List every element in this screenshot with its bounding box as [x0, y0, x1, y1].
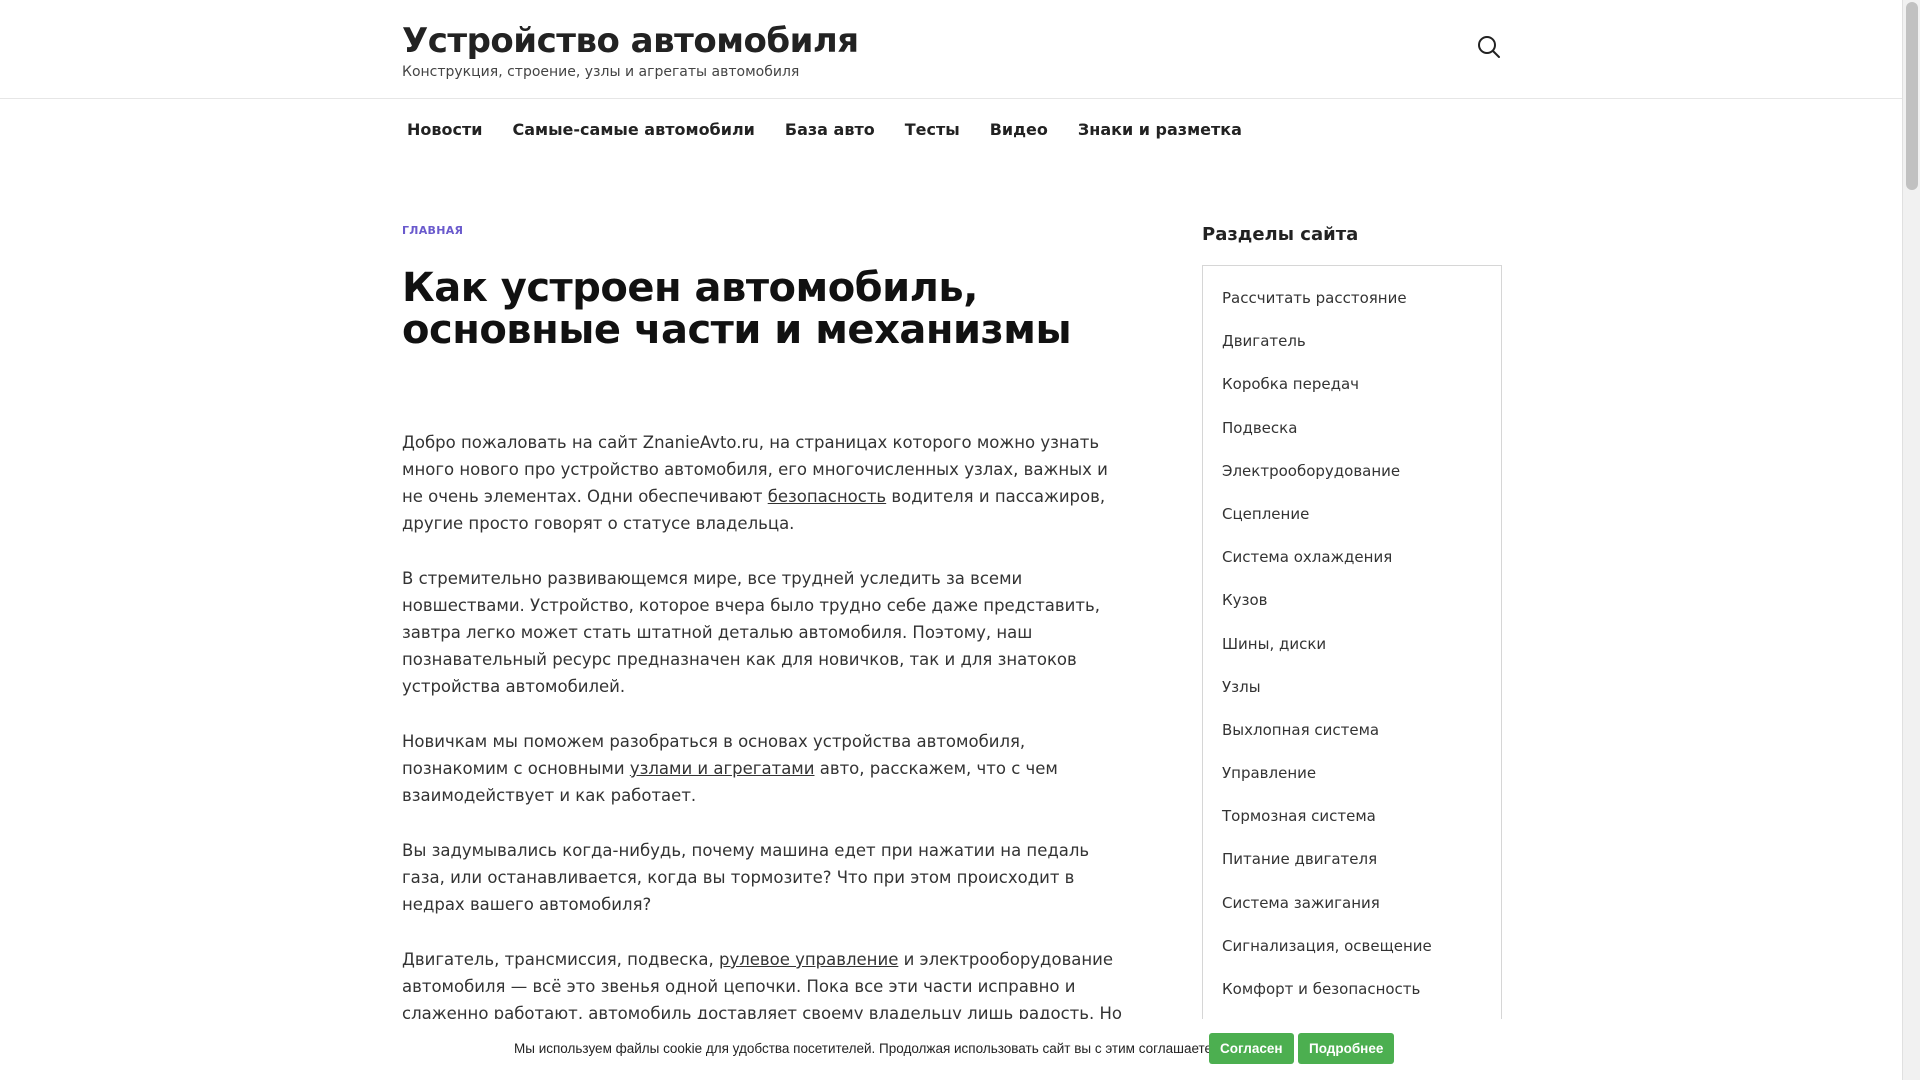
scrollbar[interactable]: [1902, 0, 1920, 1080]
safety-link[interactable]: безопасность: [768, 487, 886, 506]
sidebar-item-steering[interactable]: Управление: [1222, 757, 1482, 800]
site-title[interactable]: Устройство автомобиля: [402, 20, 859, 62]
nav-item-video[interactable]: Видео: [985, 110, 1063, 150]
cookie-more-button[interactable]: Подробнее: [1298, 1033, 1395, 1064]
cookie-bar: Мы используем файлы cookie для удобства …: [0, 1019, 1902, 1080]
sidebar-item-electrics[interactable]: Электрооборудование: [1222, 455, 1482, 498]
scrollbar-thumb[interactable]: [1906, 2, 1918, 190]
sidebar-item-exhaust[interactable]: Выхлопная система: [1222, 714, 1482, 757]
sidebar-item-suspension[interactable]: Подвеска: [1222, 412, 1482, 455]
sidebar-menu: Рассчитать расстояние Двигатель Коробка …: [1202, 265, 1502, 1065]
brand: Устройство автомобиля Конструкция, строе…: [402, 20, 859, 80]
article-paragraph: В стремительно развивающемся мире, все т…: [402, 569, 1100, 696]
sidebar-item-units[interactable]: Узлы: [1222, 671, 1482, 714]
sidebar-title: Разделы сайта: [1202, 224, 1359, 245]
page-title: Как устроен автомобиль, основные части и…: [402, 265, 1072, 353]
article-paragraph: Вы задумывались когда-нибудь, почему маш…: [402, 841, 1090, 914]
site-subtitle: Конструкция, строение, узлы и агрегаты а…: [402, 64, 800, 80]
main-nav: Новости Самые-самые автомобили База авто…: [402, 110, 1267, 150]
units-link[interactable]: узлами и агрегатами: [630, 759, 815, 778]
sidebar-item-comfort[interactable]: Комфорт и безопасность: [1222, 973, 1482, 1016]
sidebar-item-fuel[interactable]: Питание двигателя: [1222, 843, 1482, 886]
article-paragraph: Новичкам мы поможем разобраться в основа…: [402, 728, 1132, 809]
sidebar-item-distance[interactable]: Рассчитать расстояние: [1222, 282, 1482, 325]
cookie-text: Мы используем файлы cookie для удобства …: [514, 1041, 1226, 1056]
sidebar: Разделы сайта Рассчитать расстояние Двиг…: [1202, 220, 1502, 1065]
sidebar-item-body[interactable]: Кузов: [1222, 584, 1482, 627]
sidebar-item-gearbox[interactable]: Коробка передач: [1222, 368, 1482, 411]
sidebar-item-brakes[interactable]: Тормозная система: [1222, 800, 1482, 843]
main-content: ГЛАВНАЯ Как устроен автомобиль, основные…: [402, 200, 1132, 1080]
site-header: Устройство автомобиля Конструкция, строе…: [0, 0, 1902, 99]
sidebar-item-clutch[interactable]: Сцепление: [1222, 498, 1482, 541]
sidebar-item-ignition[interactable]: Система зажигания: [1222, 887, 1482, 930]
sidebar-item-tires[interactable]: Шины, диски: [1222, 628, 1482, 671]
search-icon[interactable]: [1476, 34, 1502, 60]
nav-item-signs[interactable]: Знаки и разметка: [1073, 110, 1257, 150]
breadcrumb[interactable]: ГЛАВНАЯ: [402, 224, 1132, 237]
cookie-accept-button[interactable]: Согласен: [1209, 1033, 1294, 1064]
article-body: Добро пожаловать на сайт ZnanieAvto.ru, …: [402, 429, 1132, 1080]
sidebar-item-cooling[interactable]: Система охлаждения: [1222, 541, 1482, 584]
sidebar-item-alarm[interactable]: Сигнализация, освещение: [1222, 930, 1482, 973]
nav-item-car-base[interactable]: База авто: [780, 110, 890, 150]
nav-item-tests[interactable]: Тесты: [900, 110, 975, 150]
paragraph-text: Двигатель, трансмиссия, подвеска,: [402, 950, 719, 969]
steering-link[interactable]: рулевое управление: [719, 950, 898, 969]
nav-item-top-cars[interactable]: Самые-самые автомобили: [507, 110, 769, 150]
nav-item-news[interactable]: Новости: [402, 110, 497, 150]
sidebar-item-engine[interactable]: Двигатель: [1222, 325, 1482, 368]
article-paragraph: Добро пожаловать на сайт ZnanieAvto.ru, …: [402, 429, 1132, 537]
